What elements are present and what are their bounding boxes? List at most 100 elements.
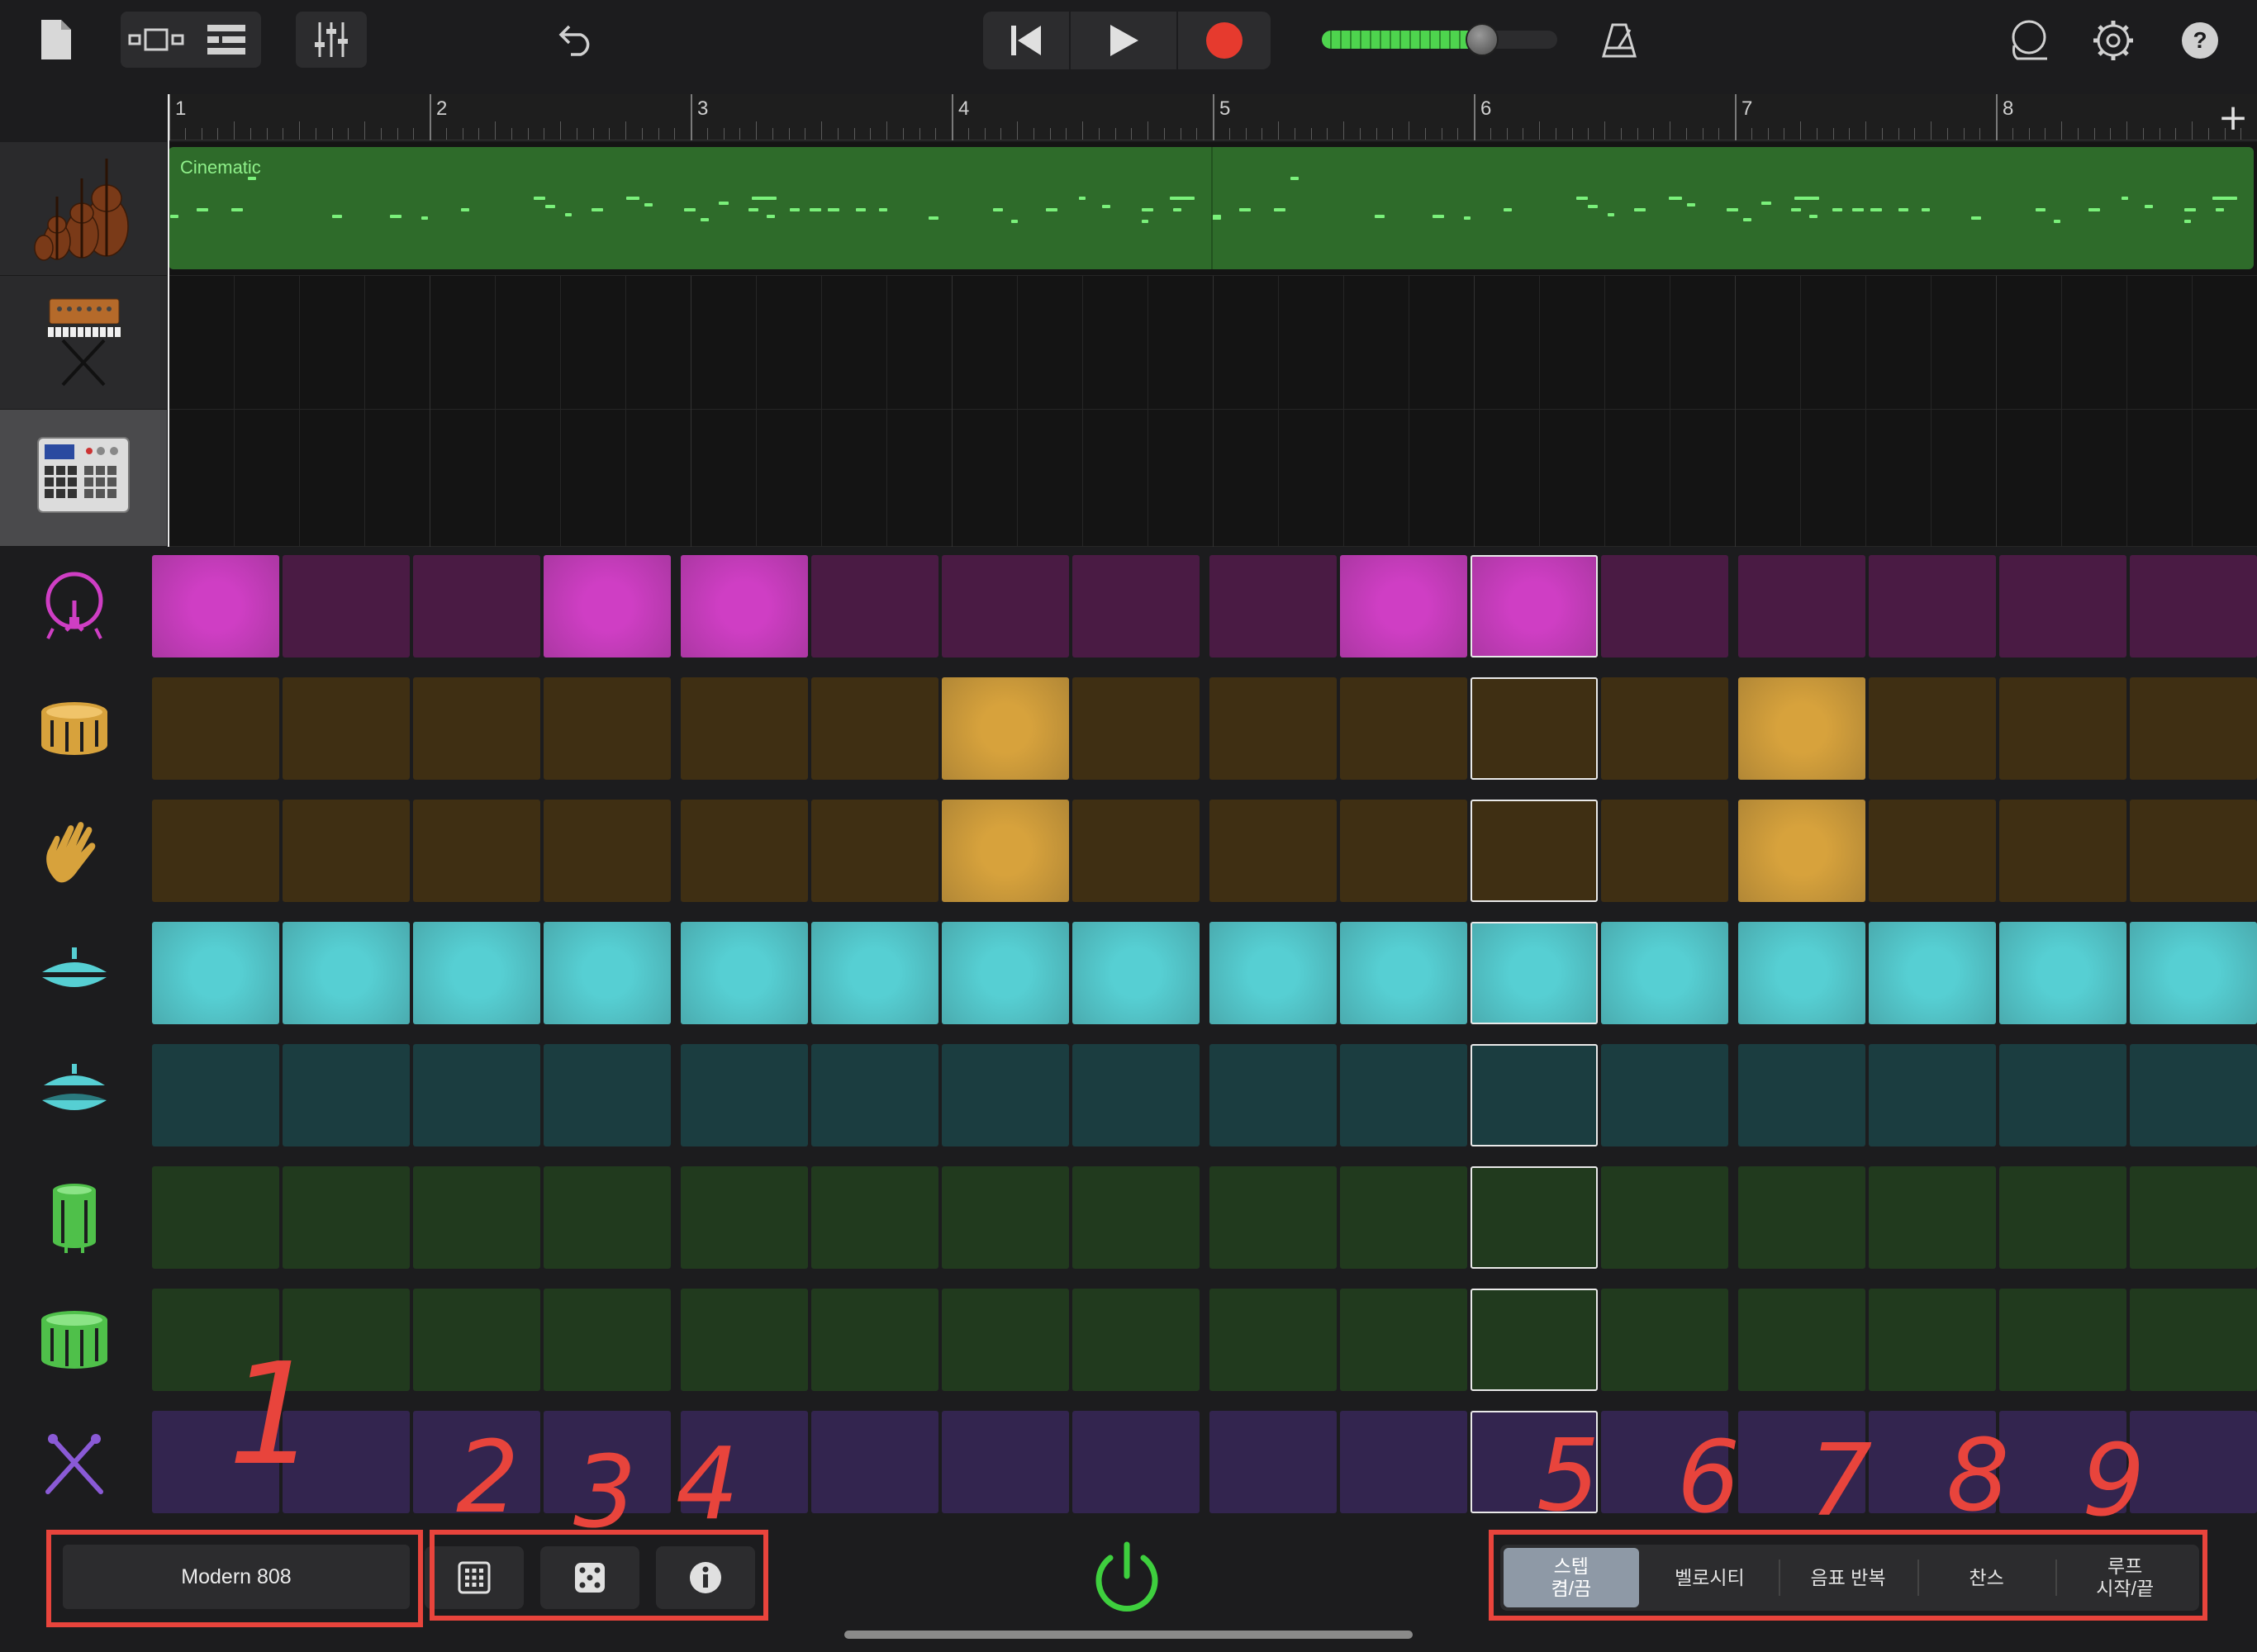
- step-snare-2[interactable]: [283, 677, 410, 780]
- step-kick-7[interactable]: [942, 555, 1069, 657]
- step-open-hihat-1[interactable]: [152, 1044, 279, 1146]
- step-closed-hihat-16[interactable]: [2130, 922, 2257, 1024]
- step-snare-8[interactable]: [1072, 677, 1200, 780]
- step-tom-high-7[interactable]: [942, 1166, 1069, 1269]
- step-kick-13[interactable]: [1738, 555, 1865, 657]
- step-closed-hihat-13[interactable]: [1738, 922, 1865, 1024]
- step-snare-11[interactable]: [1471, 677, 1598, 780]
- step-open-hihat-16[interactable]: [2130, 1044, 2257, 1146]
- step-tom-low-12[interactable]: [1601, 1289, 1728, 1391]
- step-kick-6[interactable]: [811, 555, 938, 657]
- step-tom-high-13[interactable]: [1738, 1166, 1865, 1269]
- step-open-hihat-7[interactable]: [942, 1044, 1069, 1146]
- step-open-hihat-10[interactable]: [1340, 1044, 1467, 1146]
- step-tom-low-4[interactable]: [544, 1289, 671, 1391]
- track-lane-synth[interactable]: [169, 276, 2257, 410]
- step-tom-low-5[interactable]: [681, 1289, 808, 1391]
- step-tom-high-9[interactable]: [1209, 1166, 1337, 1269]
- step-open-hihat-14[interactable]: [1869, 1044, 1996, 1146]
- track-lane-drum-machine[interactable]: [169, 410, 2257, 547]
- step-clap-4[interactable]: [544, 800, 671, 902]
- step-kick-12[interactable]: [1601, 555, 1728, 657]
- step-open-hihat-8[interactable]: [1072, 1044, 1200, 1146]
- region-cinematic[interactable]: Cinematic: [169, 147, 2254, 269]
- step-tom-low-16[interactable]: [2130, 1289, 2257, 1391]
- track-header-drum-machine[interactable]: [0, 410, 167, 547]
- step-kick-11[interactable]: [1471, 555, 1598, 657]
- step-closed-hihat-4[interactable]: [544, 922, 671, 1024]
- step-snare-4[interactable]: [544, 677, 671, 780]
- step-sticks-7[interactable]: [942, 1411, 1069, 1513]
- step-open-hihat-9[interactable]: [1209, 1044, 1337, 1146]
- step-kick-8[interactable]: [1072, 555, 1200, 657]
- metronome-icon[interactable]: [1594, 15, 1644, 66]
- step-clap-1[interactable]: [152, 800, 279, 902]
- drumsticks-icon[interactable]: [33, 1421, 116, 1503]
- play-icon[interactable]: [1071, 12, 1176, 69]
- step-tom-low-10[interactable]: [1340, 1289, 1467, 1391]
- tracks-view-icon[interactable]: [121, 12, 191, 68]
- open-hihat-icon[interactable]: [33, 1054, 116, 1137]
- step-kick-4[interactable]: [544, 555, 671, 657]
- step-open-hihat-3[interactable]: [413, 1044, 540, 1146]
- step-open-hihat-12[interactable]: [1601, 1044, 1728, 1146]
- step-clap-2[interactable]: [283, 800, 410, 902]
- step-closed-hihat-10[interactable]: [1340, 922, 1467, 1024]
- step-tom-low-3[interactable]: [413, 1289, 540, 1391]
- step-tom-low-7[interactable]: [942, 1289, 1069, 1391]
- step-tom-high-6[interactable]: [811, 1166, 938, 1269]
- step-tom-high-11[interactable]: [1471, 1166, 1598, 1269]
- step-sticks-8[interactable]: [1072, 1411, 1200, 1513]
- tom-high-icon[interactable]: [33, 1176, 116, 1259]
- step-clap-7[interactable]: [942, 800, 1069, 902]
- step-clap-14[interactable]: [1869, 800, 1996, 902]
- step-sticks-16[interactable]: [2130, 1411, 2257, 1513]
- volume-knob[interactable]: [1465, 23, 1499, 56]
- step-open-hihat-2[interactable]: [283, 1044, 410, 1146]
- step-tom-high-1[interactable]: [152, 1166, 279, 1269]
- help-icon[interactable]: ?: [2171, 15, 2229, 66]
- step-clap-8[interactable]: [1072, 800, 1200, 902]
- step-tom-low-9[interactable]: [1209, 1289, 1337, 1391]
- step-closed-hihat-3[interactable]: [413, 922, 540, 1024]
- tom-low-icon[interactable]: [33, 1298, 116, 1381]
- step-open-hihat-11[interactable]: [1471, 1044, 1598, 1146]
- step-snare-7[interactable]: [942, 677, 1069, 780]
- step-kick-14[interactable]: [1869, 555, 1996, 657]
- step-clap-15[interactable]: [1999, 800, 2126, 902]
- step-sticks-9[interactable]: [1209, 1411, 1337, 1513]
- step-tom-high-2[interactable]: [283, 1166, 410, 1269]
- step-kick-10[interactable]: [1340, 555, 1467, 657]
- closed-hihat-icon[interactable]: [33, 932, 116, 1014]
- step-snare-12[interactable]: [1601, 677, 1728, 780]
- record-icon[interactable]: [1178, 12, 1271, 69]
- step-open-hihat-15[interactable]: [1999, 1044, 2126, 1146]
- step-sticks-6[interactable]: [811, 1411, 938, 1513]
- step-tom-low-8[interactable]: [1072, 1289, 1200, 1391]
- step-kick-5[interactable]: [681, 555, 808, 657]
- step-tom-low-13[interactable]: [1738, 1289, 1865, 1391]
- step-closed-hihat-7[interactable]: [942, 922, 1069, 1024]
- step-kick-15[interactable]: [1999, 555, 2126, 657]
- playhead[interactable]: [168, 94, 169, 547]
- timeline-ruler[interactable]: 1 2 3 4 5 6 7 8: [169, 94, 2257, 140]
- step-clap-5[interactable]: [681, 800, 808, 902]
- step-tom-high-15[interactable]: [1999, 1166, 2126, 1269]
- step-closed-hihat-1[interactable]: [152, 922, 279, 1024]
- step-tom-high-4[interactable]: [544, 1166, 671, 1269]
- step-sticks-10[interactable]: [1340, 1411, 1467, 1513]
- step-closed-hihat-12[interactable]: [1601, 922, 1728, 1024]
- track-header-synth[interactable]: [0, 276, 167, 410]
- step-closed-hihat-15[interactable]: [1999, 922, 2126, 1024]
- step-clap-12[interactable]: [1601, 800, 1728, 902]
- step-tom-low-6[interactable]: [811, 1289, 938, 1391]
- step-clap-3[interactable]: [413, 800, 540, 902]
- step-closed-hihat-5[interactable]: [681, 922, 808, 1024]
- settings-gear-icon[interactable]: [2085, 13, 2141, 68]
- step-snare-9[interactable]: [1209, 677, 1337, 780]
- loop-browser-icon[interactable]: [2001, 13, 2057, 68]
- step-open-hihat-4[interactable]: [544, 1044, 671, 1146]
- step-snare-14[interactable]: [1869, 677, 1996, 780]
- step-tom-high-10[interactable]: [1340, 1166, 1467, 1269]
- step-snare-5[interactable]: [681, 677, 808, 780]
